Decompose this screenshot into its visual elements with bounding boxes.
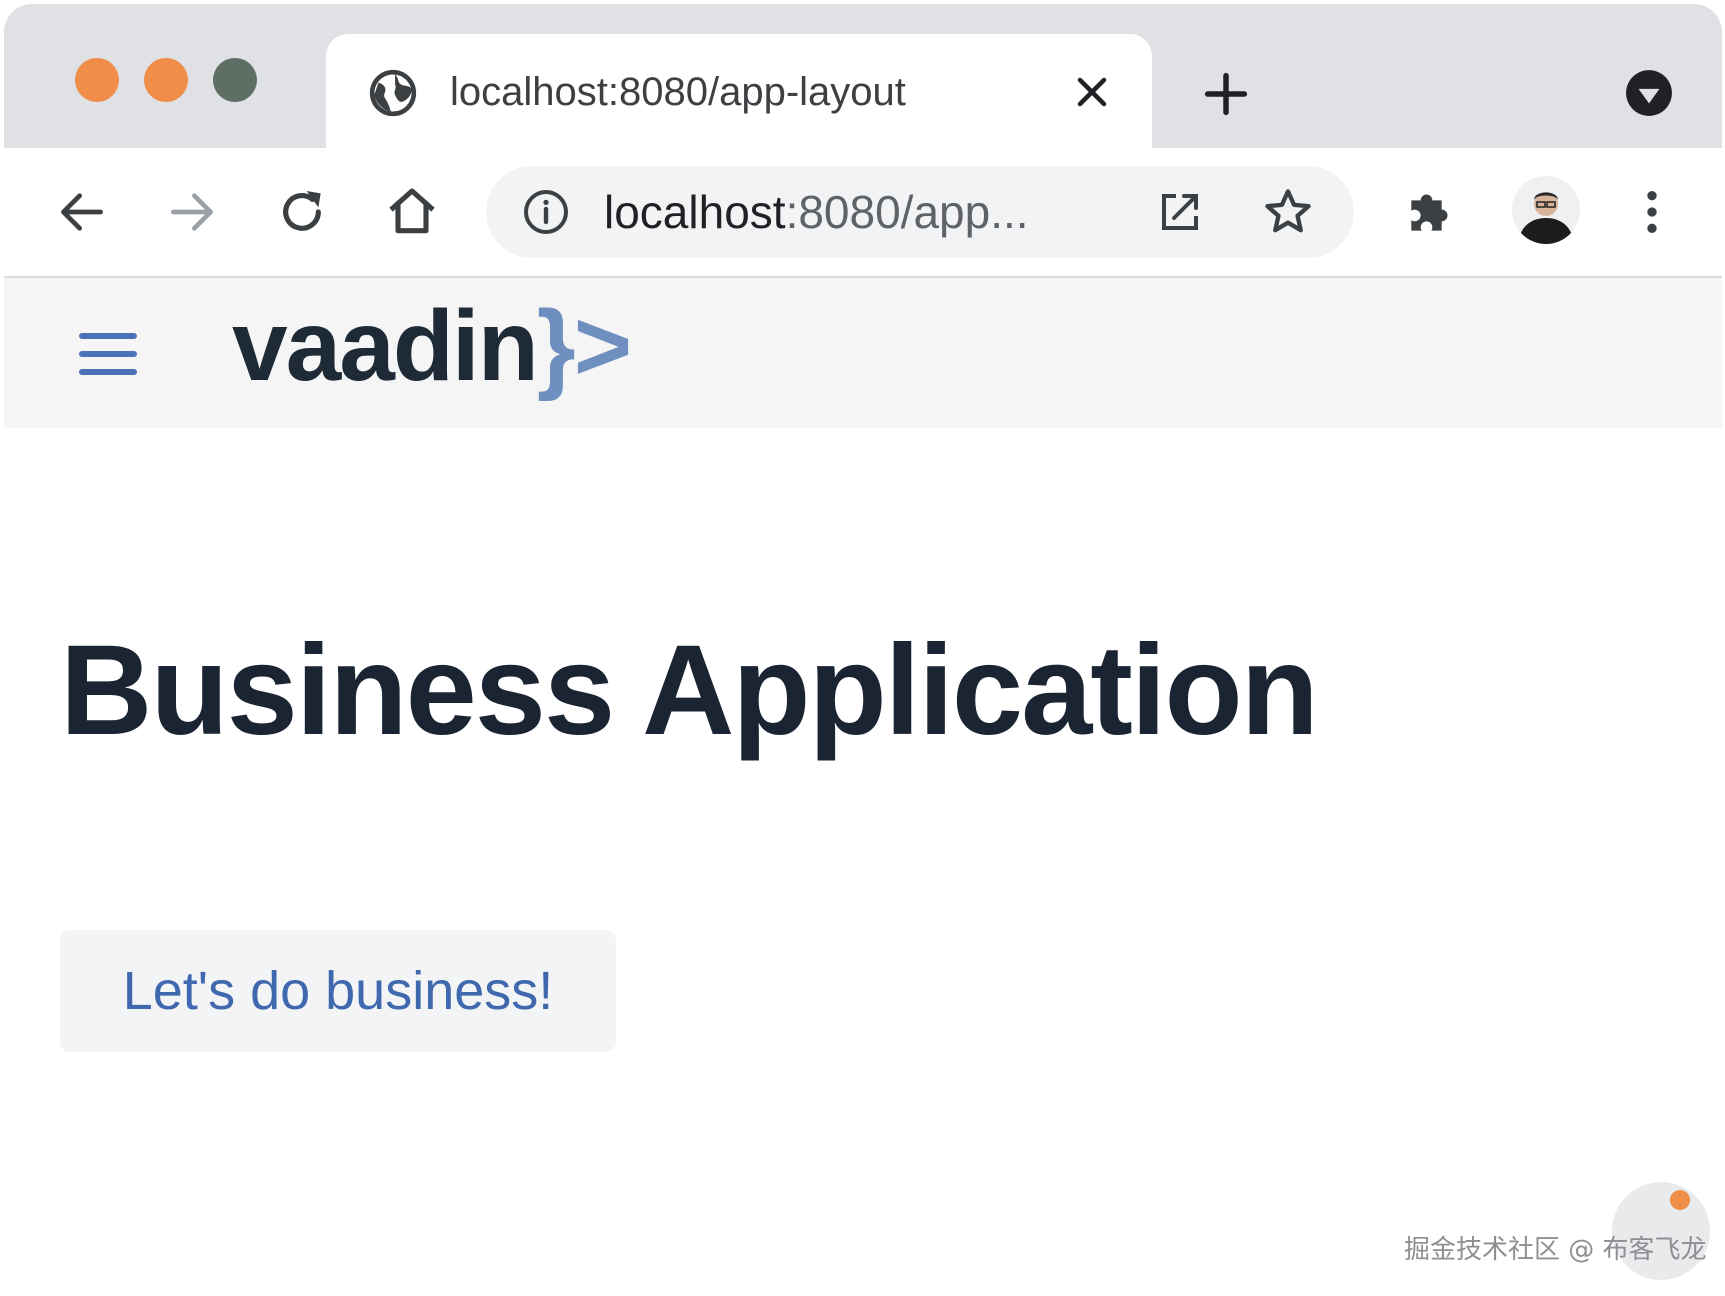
page-title: Business Application: [60, 619, 1319, 762]
hamburger-menu-icon[interactable]: [78, 330, 138, 378]
browser-tab[interactable]: localhost:8080/app-layout: [326, 34, 1152, 164]
tab-title: localhost:8080/app-layout: [450, 70, 906, 114]
logo-text: vaadin: [232, 290, 539, 402]
avatar[interactable]: [1512, 176, 1580, 244]
home-icon[interactable]: [384, 184, 440, 240]
vaadin-logo: vaadin}>: [232, 294, 632, 414]
close-window-button[interactable]: [75, 58, 119, 102]
address-bar[interactable]: localhost:8080/app...: [486, 166, 1354, 258]
browser-window: localhost:8080/app-layout localhost:8080…: [4, 4, 1722, 1296]
url-text[interactable]: localhost:8080/app...: [604, 184, 1029, 240]
tab-search-icon[interactable]: [1624, 68, 1674, 118]
url-host: localhost: [604, 186, 786, 238]
watermark-text: 掘金技术社区 @ 布客飞龙: [1404, 1235, 1707, 1265]
puzzle-icon[interactable]: [1402, 184, 1458, 240]
logo-brace: }: [536, 290, 576, 402]
close-icon[interactable]: [1074, 74, 1110, 110]
forward-arrow-icon[interactable]: [164, 184, 220, 240]
globe-icon: [369, 69, 417, 117]
open-in-new-icon[interactable]: [1156, 188, 1204, 236]
browser-toolbar: localhost:8080/app...: [4, 148, 1722, 278]
url-path: :8080/app...: [785, 186, 1029, 238]
info-icon[interactable]: [522, 188, 570, 236]
logo-chevron: >: [573, 290, 632, 402]
back-arrow-icon[interactable]: [54, 184, 110, 240]
avatar-picture: [1518, 192, 1574, 244]
plus-icon[interactable]: [1204, 72, 1248, 116]
reload-icon[interactable]: [274, 184, 330, 240]
star-icon[interactable]: [1262, 186, 1314, 238]
zoom-window-button[interactable]: [213, 58, 257, 102]
app-navbar: vaadin}>: [4, 278, 1722, 428]
tab-strip: localhost:8080/app-layout: [4, 4, 1722, 164]
minimize-window-button[interactable]: [144, 58, 188, 102]
watermark-badge-dot: [1670, 1190, 1690, 1210]
lets-do-business-button[interactable]: Let's do business!: [60, 930, 616, 1052]
more-vert-icon[interactable]: [1624, 184, 1680, 240]
